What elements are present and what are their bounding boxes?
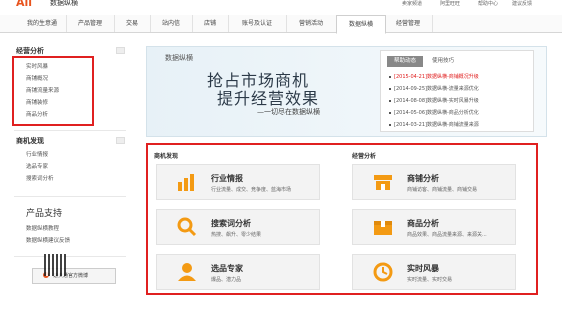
nav-tab-management[interactable]: 经营管理: [384, 15, 433, 32]
news-panel: 帮助动态 使用技巧 [2015-04-21]数据纵横-商铺概况升级 [2014-…: [380, 50, 534, 132]
bullet-icon: [389, 75, 391, 78]
news-item-text: [2014-08-08]数据纵横-实时风暴升级: [394, 98, 479, 104]
news-item-text: [2014-09-25]数据纵横-流量来源优化: [394, 86, 479, 92]
highlight-feature-area: [146, 143, 538, 295]
site-logo-suffix: 数据纵横: [50, 0, 78, 7]
sidebar-divider: [14, 196, 126, 197]
news-item[interactable]: [2015-04-21]数据纵横-商铺概况升级: [389, 73, 479, 80]
top-link-seller[interactable]: 卖家频道: [402, 0, 422, 7]
banner-subline: —一切尽在数据纵横: [257, 108, 320, 116]
sidebar-item-industry[interactable]: 行业情报: [26, 150, 48, 158]
nav-tab-messages[interactable]: 站内信: [150, 15, 193, 32]
nav-tab-data[interactable]: 数据纵横: [336, 15, 386, 34]
bullet-icon: [389, 99, 391, 102]
banner-label: 数据纵横: [165, 54, 193, 62]
tab-tips[interactable]: 使用技巧: [425, 56, 461, 67]
collapse-icon[interactable]: [116, 137, 125, 144]
news-item[interactable]: [2014-05-06]数据纵横-商品分析优化: [389, 109, 479, 116]
sidebar-divider: [14, 130, 126, 131]
highlight-sidebar-business-analysis: [12, 56, 94, 126]
main-nav: 我的生意通 产品管理 交易 站内信 店铺 账号及认证 营销活动 数据纵横 经营管…: [0, 15, 562, 34]
sidebar-item-search-terms[interactable]: 搜索词分析: [26, 174, 54, 182]
nav-tab-account[interactable]: 账号及认证: [228, 15, 287, 32]
top-header: Ali 数据纵横 卖家频道 阿里旺旺 帮助中心 建议反馈: [0, 0, 562, 9]
sidebar-divider: [14, 256, 126, 257]
top-link-help[interactable]: 帮助中心: [478, 0, 498, 7]
sidebar-section-business-analysis: 经营分析: [16, 47, 44, 55]
nav-tab-mybusiness[interactable]: 我的生意通: [18, 15, 67, 32]
site-logo[interactable]: Ali: [16, 0, 32, 9]
bullet-icon: [389, 123, 391, 126]
banner-headline-2: 提升经营效果: [217, 89, 320, 108]
sidebar-item-feedback[interactable]: 数据纵横建议反馈: [26, 236, 70, 244]
nav-tab-products[interactable]: 产品管理: [66, 15, 115, 32]
bullet-icon: [389, 87, 391, 90]
tab-help-news[interactable]: 帮助动态: [387, 56, 423, 67]
sidebar-section-opportunity: 商机发现: [16, 137, 44, 145]
news-item-text: [2015-04-21]数据纵横-商铺概况升级: [394, 74, 479, 80]
news-item-text: [2014-03-21]数据纵横-商铺流量来源: [394, 122, 479, 128]
news-item-text: [2014-05-06]数据纵横-商品分析优化: [394, 110, 479, 116]
sidebar-section-support: 产品支持: [26, 209, 63, 219]
news-item[interactable]: [2014-03-21]数据纵横-商铺流量来源: [389, 121, 479, 128]
nav-tab-store[interactable]: 店铺: [192, 15, 229, 32]
nav-tab-trade[interactable]: 交易: [114, 15, 151, 32]
top-link-feedback[interactable]: 建议反馈: [512, 0, 532, 7]
collapse-icon[interactable]: [116, 47, 125, 54]
news-item[interactable]: [2014-09-25]数据纵横-流量来源优化: [389, 85, 479, 92]
sidebar-item-product-expert[interactable]: 选品专家: [26, 162, 48, 170]
sidebar-item-tutorial[interactable]: 数据纵横教程: [26, 224, 59, 232]
qr-code: [44, 254, 66, 276]
top-link-wangwang[interactable]: 阿里旺旺: [440, 0, 460, 7]
news-item[interactable]: [2014-08-08]数据纵横-实时风暴升级: [389, 97, 479, 104]
bullet-icon: [389, 111, 391, 114]
nav-tab-marketing[interactable]: 营销活动: [286, 15, 337, 32]
